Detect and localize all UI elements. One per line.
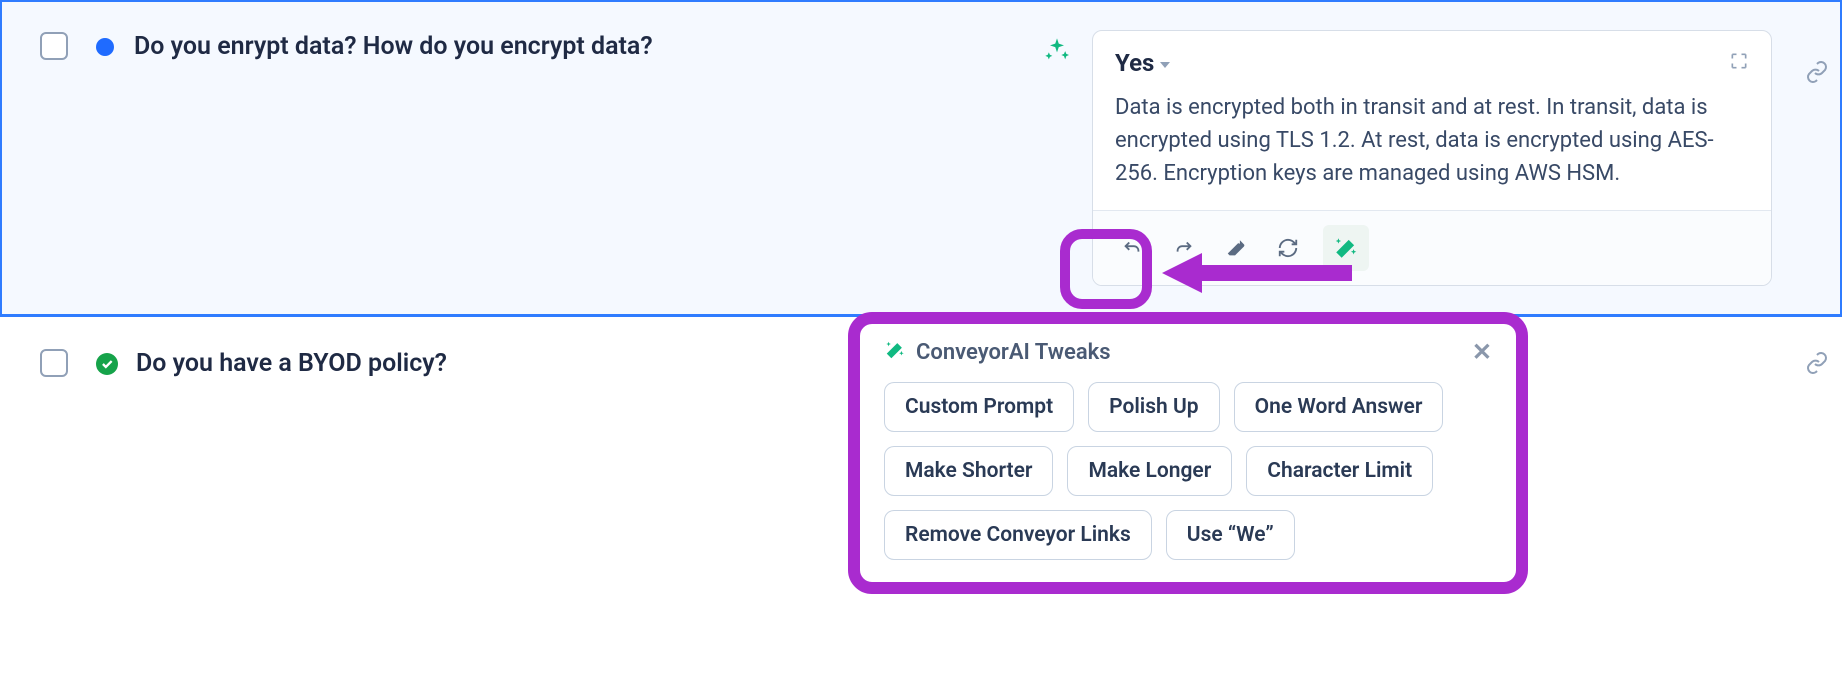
sparkles-icon [1043,36,1071,68]
redo-button[interactable] [1167,231,1201,265]
erase-button[interactable] [1219,231,1253,265]
eraser-icon [1225,237,1247,259]
close-icon: ✕ [1472,338,1492,366]
link-icon [1805,351,1829,375]
answer-value-dropdown[interactable]: Yes [1115,49,1170,77]
status-indicator-pending [96,38,114,56]
magic-wand-icon [884,339,906,365]
row-right-rail [1792,30,1842,88]
tweak-option-make-longer[interactable]: Make Longer [1067,446,1232,496]
question-row: Do you enrypt data? How do you encrypt d… [0,0,1842,316]
tweaks-options: Custom Prompt Polish Up One Word Answer … [884,376,1444,560]
status-indicator-complete [96,353,118,375]
row-right-rail [1792,347,1842,379]
ai-sparkle-area [1032,30,1082,68]
tweak-option-one-word-answer[interactable]: One Word Answer [1234,382,1444,432]
expand-icon[interactable] [1729,51,1749,75]
copy-link-button[interactable] [1805,351,1829,379]
tweak-option-make-shorter[interactable]: Make Shorter [884,446,1053,496]
answer-value-label: Yes [1115,49,1154,77]
row-checkbox[interactable] [40,349,68,377]
redo-icon [1173,237,1195,259]
tweak-option-character-limit[interactable]: Character Limit [1246,446,1433,496]
ai-tweaks-popover: ConveyorAI Tweaks ✕ Custom Prompt Polish… [848,312,1528,594]
tweak-option-remove-conveyor-links[interactable]: Remove Conveyor Links [884,510,1152,560]
check-icon [100,357,114,371]
tweak-option-use-we[interactable]: Use “We” [1166,510,1295,560]
link-icon [1805,60,1829,84]
tweak-option-custom-prompt[interactable]: Custom Prompt [884,382,1074,432]
refresh-icon [1277,237,1299,259]
ai-tweaks-button[interactable] [1323,225,1369,271]
copy-link-button[interactable] [1805,60,1829,88]
tweaks-title: ConveyorAI Tweaks [916,340,1111,365]
question-text: Do you enrypt data? How do you encrypt d… [134,30,1032,61]
tweaks-header: ConveyorAI Tweaks ✕ [884,338,1492,376]
answer-header: Yes [1093,31,1771,87]
answer-body-text[interactable]: Data is encrypted both in transit and at… [1093,87,1771,210]
close-button[interactable]: ✕ [1472,338,1492,366]
answer-toolbar [1093,210,1771,285]
undo-icon [1121,237,1143,259]
tweak-option-polish-up[interactable]: Polish Up [1088,382,1219,432]
answer-panel: Yes Data is encrypted both in transit an… [1092,30,1772,286]
regenerate-button[interactable] [1271,231,1305,265]
row-checkbox[interactable] [40,32,68,60]
magic-wand-icon [1333,235,1359,261]
chevron-down-icon [1160,62,1170,68]
undo-button[interactable] [1115,231,1149,265]
